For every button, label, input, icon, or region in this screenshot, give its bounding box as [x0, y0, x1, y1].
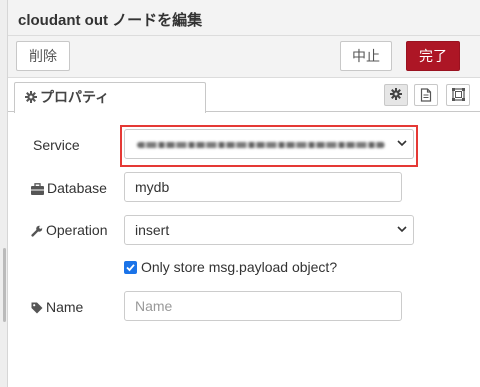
payload-only-checkbox[interactable] [124, 261, 137, 274]
node-settings-button[interactable] [384, 84, 408, 106]
gear-icon [390, 88, 402, 100]
chevron-down-icon [397, 140, 407, 147]
dialog-title: cloudant out ノードを編集 [18, 12, 203, 29]
delete-button[interactable]: 削除 [16, 41, 70, 71]
database-label-row: Database [31, 180, 107, 196]
tag-icon [31, 302, 43, 314]
service-label: Service [33, 137, 80, 153]
frame-icon [452, 88, 465, 101]
dialog-toolbar: 削除 中止 完了 [8, 36, 480, 78]
cancel-button[interactable]: 中止 [340, 41, 392, 71]
done-button[interactable]: 完了 [406, 41, 460, 71]
node-appearance-button[interactable] [446, 84, 470, 106]
database-input[interactable]: mydb [124, 172, 402, 202]
service-value-blurred [137, 142, 385, 148]
tab-properties-label: プロパティ [40, 89, 110, 105]
dialog-titlebar: cloudant out ノードを編集 [8, 0, 480, 36]
node-description-button[interactable] [414, 84, 438, 106]
briefcase-icon [31, 183, 44, 195]
operation-label-row: Operation [31, 222, 107, 238]
checkmark-icon [126, 264, 135, 272]
service-select[interactable] [124, 129, 414, 159]
operation-label: Operation [46, 222, 108, 238]
database-label: Database [47, 180, 107, 196]
name-label: Name [46, 299, 84, 315]
name-input[interactable]: Name [124, 291, 402, 321]
wrench-icon [31, 225, 43, 237]
name-label-row: Name [31, 299, 83, 315]
left-panel-edge [0, 0, 8, 387]
chevron-down-icon [397, 226, 407, 233]
tab-bar: プロパティ [8, 78, 480, 113]
document-icon [420, 88, 432, 102]
resize-grip[interactable] [3, 248, 6, 322]
payload-only-label[interactable]: Only store msg.payload object? [141, 259, 337, 275]
operation-value: insert [135, 222, 170, 238]
payload-only-row: Only store msg.payload object? [124, 259, 337, 275]
tab-properties[interactable]: プロパティ [14, 82, 206, 113]
operation-select[interactable]: insert [124, 215, 414, 245]
gear-icon [25, 91, 37, 103]
